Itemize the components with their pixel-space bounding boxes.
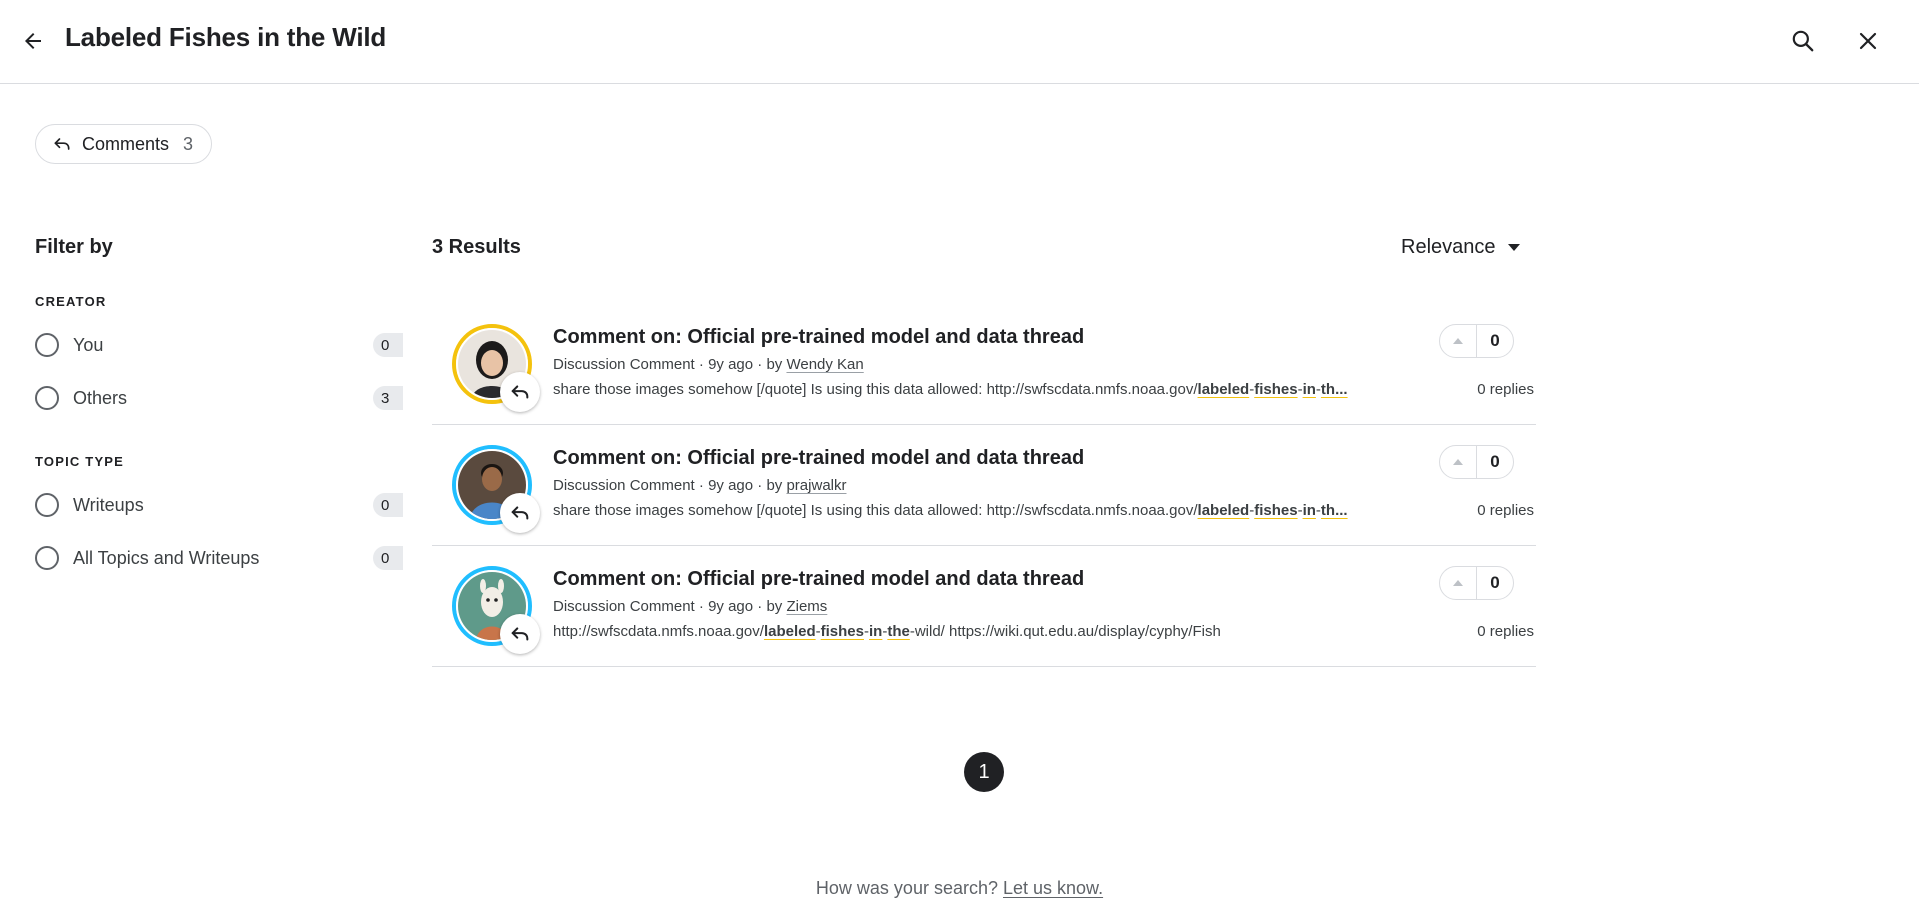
- result-item[interactable]: Comment on: Official pre-trained model a…: [432, 425, 1536, 546]
- reply-badge: [500, 372, 540, 412]
- result-snippet: http://swfscdata.nmfs.noaa.gov/labeled-f…: [553, 623, 1221, 640]
- replies-count: 0 replies: [1477, 623, 1534, 640]
- chip-label: Comments: [82, 133, 170, 154]
- avatar[interactable]: [452, 566, 540, 654]
- comments-filter-chip[interactable]: Comments 3: [35, 124, 213, 164]
- radio-button[interactable]: [35, 386, 59, 410]
- result-item[interactable]: Comment on: Official pre-trained model a…: [432, 546, 1536, 667]
- filter-option-label: Others: [73, 387, 128, 408]
- back-button[interactable]: [18, 26, 48, 56]
- filter-option-label: You: [73, 334, 104, 355]
- reply-icon: [54, 138, 70, 150]
- radio-button[interactable]: [35, 546, 59, 570]
- feedback-question: How was your search?: [815, 878, 998, 898]
- close-icon: [1859, 32, 1877, 50]
- reply-icon: [511, 385, 529, 399]
- avatar[interactable]: [452, 445, 540, 533]
- filter-option-count: 0: [373, 546, 403, 570]
- result-meta: Discussion Comment · 9y ago · by Wendy K…: [553, 356, 864, 373]
- vote-control: 0: [1439, 324, 1514, 358]
- reply-badge: [500, 614, 540, 654]
- filter-option-label: All Topics and Writeups: [73, 547, 260, 568]
- filter-option-count: 0: [373, 493, 403, 517]
- filter-option-all-topics[interactable]: All Topics and Writeups 0: [35, 542, 403, 574]
- result-title-link[interactable]: Comment on: Official pre-trained model a…: [553, 326, 1084, 349]
- result-snippet: share those images somehow [/quote] Is u…: [553, 502, 1348, 519]
- filter-heading: Filter by: [35, 236, 113, 258]
- topic-type-group-label: TOPIC TYPE: [35, 454, 125, 469]
- chip-count: 3: [183, 133, 194, 154]
- reply-icon: [511, 506, 529, 520]
- result-title-link[interactable]: Comment on: Official pre-trained model a…: [553, 447, 1084, 470]
- result-by: by: [766, 356, 783, 373]
- vote-control: 0: [1439, 445, 1514, 479]
- result-meta: Discussion Comment · 9y ago · by prajwal…: [553, 477, 847, 494]
- reply-badge: [500, 493, 540, 533]
- radio-button[interactable]: [35, 493, 59, 517]
- result-type: Discussion Comment: [553, 477, 695, 494]
- result-by: by: [766, 598, 783, 615]
- result-item[interactable]: Comment on: Official pre-trained model a…: [432, 304, 1536, 425]
- caret-up-icon: [1453, 459, 1463, 465]
- close-button[interactable]: [1853, 26, 1883, 56]
- vote-control: 0: [1439, 566, 1514, 600]
- top-bar: Labeled Fishes in the Wild: [0, 0, 1919, 84]
- caret-up-icon: [1453, 580, 1463, 586]
- search-feedback: How was your search? Let us know.: [0, 878, 1919, 899]
- search-button[interactable]: [1788, 26, 1818, 56]
- page-title: Labeled Fishes in the Wild: [65, 22, 387, 52]
- author-link[interactable]: Wendy Kan: [786, 356, 863, 373]
- upvote-button[interactable]: [1440, 325, 1477, 357]
- filter-option-others[interactable]: Others 3: [35, 382, 403, 414]
- result-type: Discussion Comment: [553, 598, 695, 615]
- upvote-button[interactable]: [1440, 446, 1477, 478]
- avatar[interactable]: [452, 324, 540, 412]
- results-count: 3 Results: [432, 236, 521, 258]
- sort-dropdown[interactable]: Relevance: [1401, 236, 1520, 259]
- replies-count: 0 replies: [1477, 381, 1534, 398]
- filter-option-label: Writeups: [73, 494, 144, 515]
- filter-option-writeups[interactable]: Writeups 0: [35, 489, 403, 521]
- filter-option-count: 3: [373, 386, 403, 410]
- result-meta: Discussion Comment · 9y ago · by Ziems: [553, 598, 828, 615]
- result-age: 9y ago: [708, 477, 754, 494]
- result-title-link[interactable]: Comment on: Official pre-trained model a…: [553, 568, 1084, 591]
- vote-count: 0: [1490, 573, 1500, 592]
- caret-up-icon: [1453, 338, 1463, 344]
- creator-group-label: CREATOR: [35, 294, 107, 309]
- caret-down-icon: [1507, 244, 1520, 251]
- filter-option-you[interactable]: You 0: [35, 329, 403, 361]
- filter-option-count: 0: [373, 333, 403, 357]
- result-snippet: share those images somehow [/quote] Is u…: [553, 381, 1348, 398]
- arrow-left-icon: [25, 33, 41, 49]
- sort-label: Relevance: [1401, 236, 1496, 258]
- result-age: 9y ago: [708, 598, 754, 615]
- feedback-link[interactable]: Let us know.: [1003, 878, 1103, 898]
- result-type: Discussion Comment: [553, 356, 695, 373]
- author-link[interactable]: prajwalkr: [786, 477, 846, 494]
- result-age: 9y ago: [708, 356, 754, 373]
- search-icon: [1792, 30, 1814, 52]
- vote-count: 0: [1490, 331, 1500, 350]
- upvote-button[interactable]: [1440, 567, 1477, 599]
- reply-icon: [511, 627, 529, 641]
- replies-count: 0 replies: [1477, 502, 1534, 519]
- pagination-page-1[interactable]: 1: [964, 752, 1004, 792]
- vote-count: 0: [1490, 452, 1500, 471]
- result-by: by: [766, 477, 783, 494]
- radio-button[interactable]: [35, 333, 59, 357]
- author-link[interactable]: Ziems: [786, 598, 827, 615]
